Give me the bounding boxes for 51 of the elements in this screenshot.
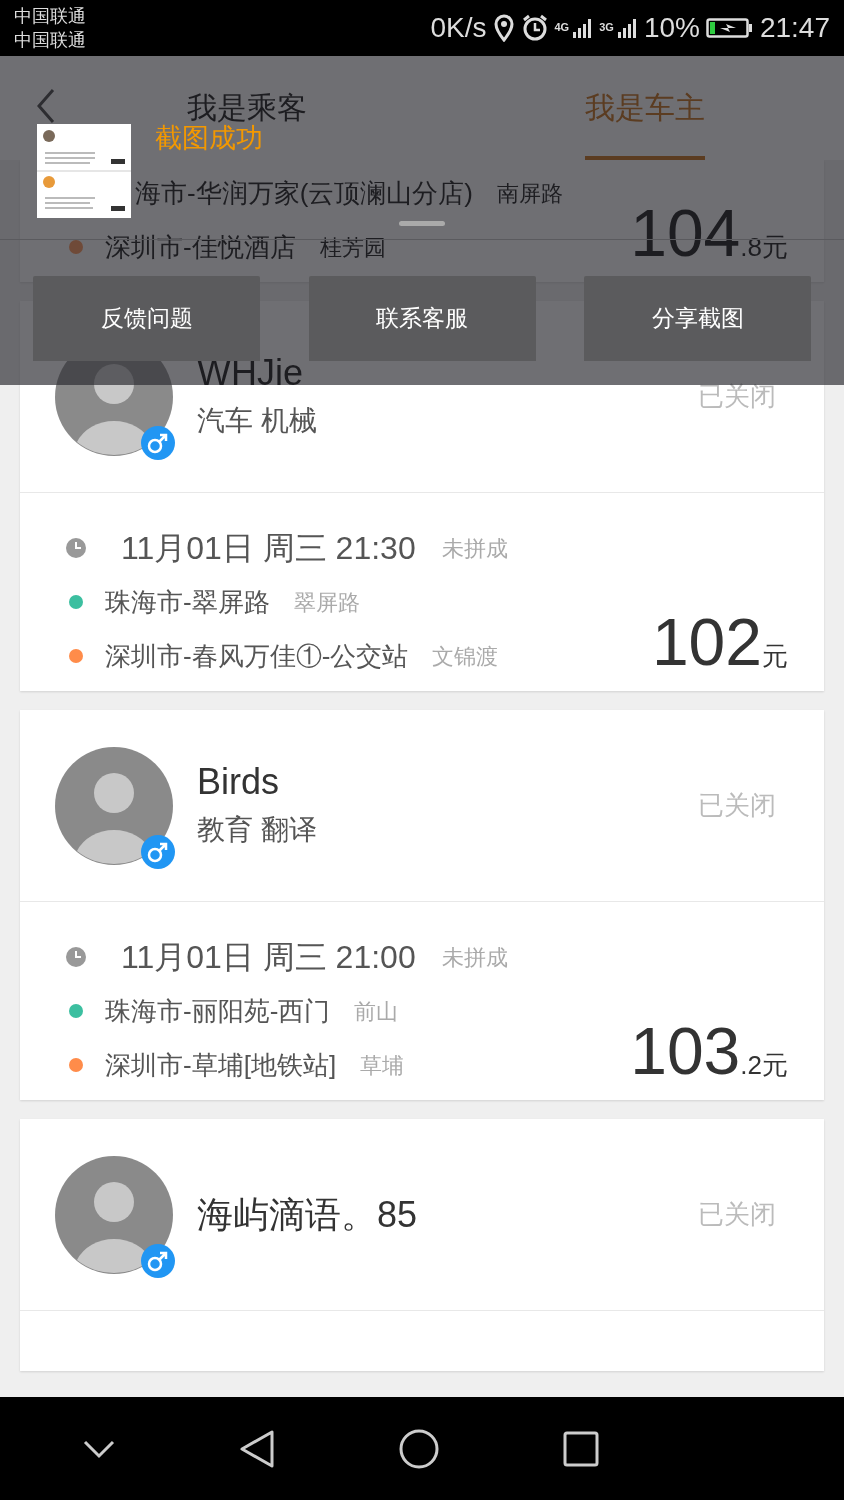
price-amount: 103 <box>630 1018 741 1084</box>
popup-title: 截图成功 <box>155 123 263 155</box>
clock-icon <box>65 537 87 559</box>
chevron-left-icon[interactable] <box>36 88 56 124</box>
popup-button[interactable]: 反馈问题 <box>33 276 260 361</box>
price-unit: .2元 <box>740 1052 788 1078</box>
route-place: 深圳市-草埔[地铁站] <box>105 1048 337 1082</box>
route-place: 海市-华润万家(云顶澜山分店) <box>135 176 473 210</box>
route-place: 珠海市-翠屏路 <box>105 585 270 619</box>
trip-state: 未拼成 <box>441 534 508 563</box>
route-area: 前山 <box>354 994 399 1028</box>
back-icon[interactable] <box>239 1428 276 1469</box>
route-place: 珠海市-丽阳苑-西门 <box>105 994 331 1028</box>
battery-charging-icon <box>705 16 754 40</box>
user-name: 海屿滴语。85 <box>197 1192 419 1237</box>
order-status: 已关闭 <box>698 789 776 822</box>
carrier-name: 中国联通 <box>14 29 86 52</box>
order-status: 已关闭 <box>698 380 776 413</box>
carrier-name: 中国联通 <box>14 5 86 28</box>
trip-state: 未拼成 <box>441 943 508 972</box>
user-tags: 汽车 机械 <box>197 400 698 443</box>
user-tags: 教育 翻译 <box>197 809 698 852</box>
signal-bars-icon <box>615 16 638 40</box>
price-unit: 元 <box>762 643 788 669</box>
route-area: 翠屏路 <box>293 585 360 619</box>
battery-percent: 10% <box>643 11 700 45</box>
order-status: 已关闭 <box>698 1198 776 1231</box>
home-icon[interactable] <box>399 1428 439 1469</box>
chevron-down-icon[interactable] <box>81 1438 116 1459</box>
recents-icon[interactable] <box>562 1430 599 1467</box>
signal-bars-icon <box>571 16 594 40</box>
price-amount: 104 <box>630 200 741 266</box>
screenshot-thumbnail[interactable] <box>37 124 131 218</box>
network-type-label: 4G <box>554 20 570 35</box>
location-pin-icon <box>492 14 515 42</box>
departure-time: 11月01日 周三 21:00 <box>121 938 416 977</box>
departure-time: 11月01日 周三 21:30 <box>121 529 416 568</box>
price-amount: 102 <box>651 609 762 675</box>
popup-button[interactable]: 分享截图 <box>584 276 811 361</box>
clock-time: 21:47 <box>759 11 830 45</box>
alarm-clock-icon <box>520 14 549 42</box>
drag-handle[interactable] <box>399 221 445 226</box>
network-type-label: 3G <box>599 20 614 35</box>
network-speed: 0K/s <box>430 11 487 45</box>
clock-icon <box>65 946 87 968</box>
user-name: Birds <box>197 759 281 804</box>
route-place: 深圳市-春风万佳①-公交站 <box>105 639 409 673</box>
route-area: 南屏路 <box>497 176 563 210</box>
popup-button[interactable]: 联系客服 <box>308 276 536 361</box>
route-area: 草埔 <box>360 1048 405 1082</box>
route-area: 文锦渡 <box>432 639 499 673</box>
